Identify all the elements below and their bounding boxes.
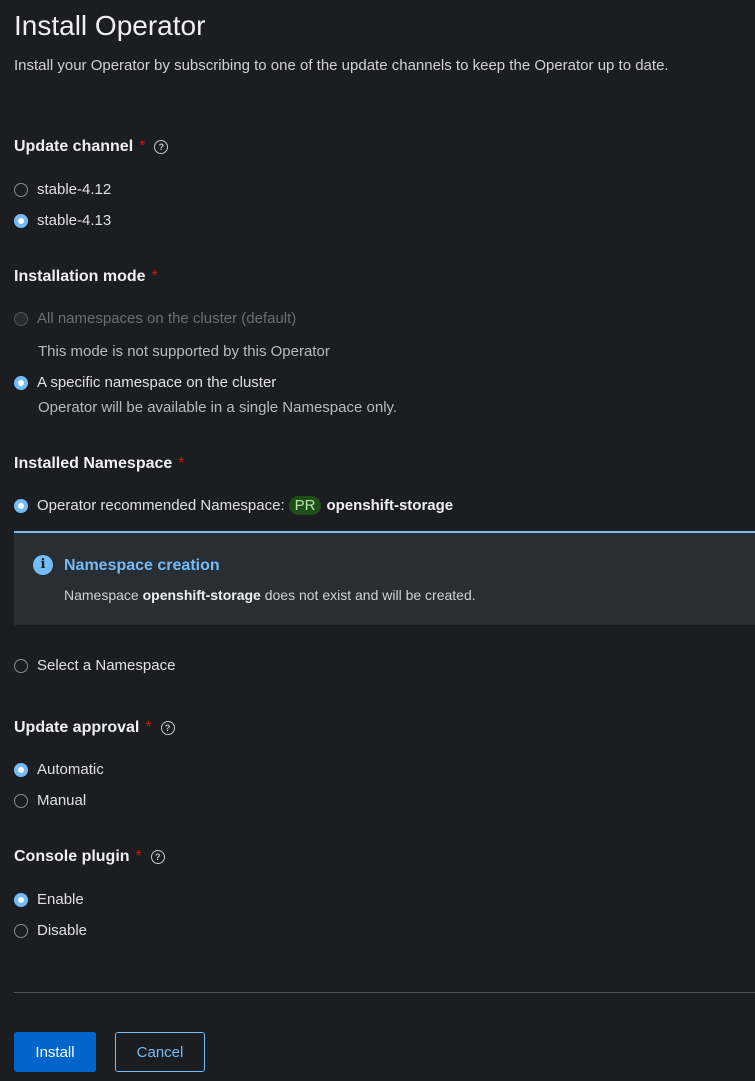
- update-approval-label: Update approval * ?: [14, 719, 175, 737]
- required-mark: *: [151, 268, 158, 285]
- page-title: Install Operator: [14, 10, 206, 41]
- radio-button-checked-icon[interactable]: [14, 375, 28, 390]
- radio-label: Enable: [37, 891, 84, 908]
- radio-label: All namespaces on the cluster (default): [37, 310, 297, 327]
- info-icon: i: [33, 555, 53, 575]
- radio-button-checked-icon[interactable]: [14, 213, 28, 228]
- installed-namespace-label: Installed Namespace *: [14, 455, 185, 473]
- radio-specific-namespace[interactable]: A specific namespace on the cluster: [14, 374, 276, 391]
- update-channel-label: Update channel * ?: [14, 138, 169, 156]
- radio-stable-4-13[interactable]: stable-4.13: [14, 212, 111, 229]
- installed-namespace-label-text: Installed Namespace: [14, 455, 173, 472]
- required-mark: *: [135, 848, 142, 865]
- required-mark: *: [178, 455, 185, 472]
- radio-label: Disable: [37, 922, 88, 939]
- page-subtitle: Install your Operator by subscribing to …: [14, 57, 669, 74]
- namespace-name: openshift-storage: [326, 497, 454, 514]
- radio-button-icon[interactable]: [14, 793, 28, 808]
- help-icon[interactable]: ?: [160, 721, 175, 735]
- divider: [14, 992, 755, 993]
- install-button[interactable]: Install: [14, 1032, 96, 1072]
- console-plugin-label-text: Console plugin: [14, 848, 130, 865]
- radio-enable[interactable]: Enable: [14, 891, 84, 908]
- cancel-button[interactable]: Cancel: [115, 1032, 205, 1072]
- specific-namespace-helper-text: Operator will be available in a single N…: [38, 399, 398, 416]
- radio-manual[interactable]: Manual: [14, 792, 86, 809]
- required-mark: *: [145, 719, 152, 736]
- radio-stable-4-12[interactable]: stable-4.12: [14, 181, 111, 198]
- radio-button-disabled-icon: [14, 311, 28, 326]
- installation-mode-label: Installation mode *: [14, 268, 158, 286]
- radio-button-icon[interactable]: [14, 923, 28, 938]
- radio-button-icon[interactable]: [14, 182, 28, 197]
- radio-button-icon[interactable]: [14, 658, 28, 673]
- update-approval-label-text: Update approval: [14, 719, 140, 736]
- alert-body: Namespace openshift-storage does not exi…: [64, 587, 476, 603]
- radio-label: Operator recommended Namespace:: [37, 497, 285, 514]
- radio-select-namespace[interactable]: Select a Namespace: [14, 657, 175, 674]
- update-channel-label-text: Update channel: [14, 138, 134, 155]
- namespace-creation-alert: i Namespace creation Namespace openshift…: [14, 531, 755, 625]
- radio-label: A specific namespace on the cluster: [37, 374, 277, 391]
- alert-body-prefix: Namespace: [64, 587, 139, 603]
- help-icon[interactable]: ?: [150, 850, 165, 864]
- required-mark: *: [139, 138, 146, 155]
- radio-recommended-namespace[interactable]: Operator recommended Namespace: PR opens…: [14, 496, 453, 515]
- radio-automatic[interactable]: Automatic: [14, 761, 104, 778]
- install-operator-page: Install Operator Install your Operator b…: [0, 0, 755, 1081]
- radio-button-checked-icon[interactable]: [14, 892, 28, 907]
- radio-button-checked-icon[interactable]: [14, 762, 28, 777]
- radio-button-checked-icon[interactable]: [14, 498, 28, 513]
- radio-label: stable-4.12: [37, 181, 112, 198]
- radio-disable[interactable]: Disable: [14, 922, 87, 939]
- radio-label: stable-4.13: [37, 212, 112, 229]
- alert-body-namespace: openshift-storage: [142, 587, 261, 603]
- radio-all-namespaces: All namespaces on the cluster (default): [14, 310, 296, 327]
- radio-label: Manual: [37, 792, 87, 809]
- help-icon[interactable]: ?: [154, 140, 169, 154]
- all-namespaces-helper-text: This mode is not supported by this Opera…: [38, 343, 330, 360]
- alert-title: Namespace creation: [64, 557, 220, 574]
- radio-label: Select a Namespace: [37, 657, 176, 674]
- project-badge: PR: [288, 496, 322, 515]
- radio-label: Automatic: [37, 761, 104, 778]
- alert-body-suffix: does not exist and will be created.: [264, 587, 476, 603]
- console-plugin-label: Console plugin * ?: [14, 848, 165, 866]
- installation-mode-label-text: Installation mode: [14, 268, 146, 285]
